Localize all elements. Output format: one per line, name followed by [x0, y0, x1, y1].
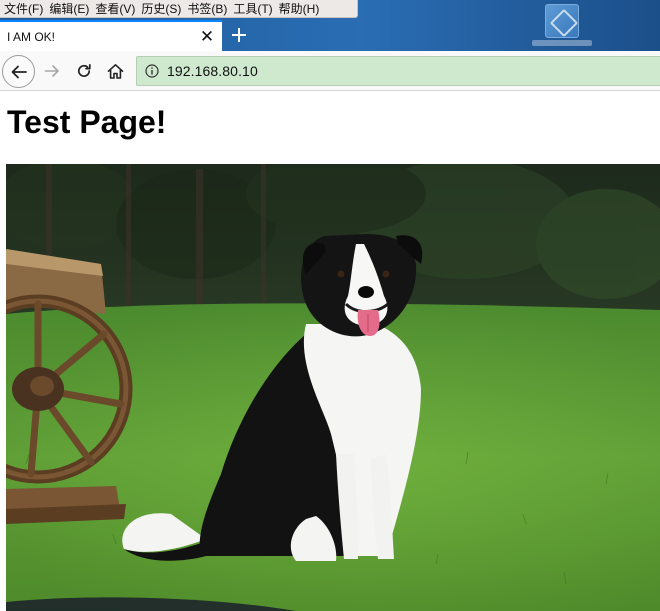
address-bar[interactable]: 192.168.80.10	[136, 56, 660, 86]
reload-icon	[78, 63, 91, 77]
navigation-toolbar: 192.168.80.10	[0, 51, 660, 91]
plus-icon	[232, 28, 246, 42]
home-icon	[107, 63, 123, 79]
forward-arrow-icon	[44, 65, 59, 77]
info-icon[interactable]	[137, 57, 167, 85]
desktop-shortcut-label	[532, 40, 592, 46]
home-button[interactable]	[102, 58, 128, 84]
new-tab-button[interactable]	[226, 22, 252, 48]
menu-file[interactable]: 文件(F)	[3, 0, 48, 17]
menu-edit[interactable]: 编辑(E)	[48, 0, 94, 17]
desktop-shortcut-icon[interactable]	[545, 4, 579, 38]
tab-active[interactable]: I AM OK! ✕	[0, 20, 222, 51]
back-arrow-icon	[11, 65, 27, 78]
forward-button[interactable]	[39, 58, 65, 84]
menu-tools[interactable]: 工具(T)	[232, 0, 277, 17]
menu-view[interactable]: 查看(V)	[94, 0, 140, 17]
back-button[interactable]	[2, 55, 35, 88]
menu-bookmarks[interactable]: 书签(B)	[186, 0, 232, 17]
window-top-strip: 文件(F) 编辑(E) 查看(V) 历史(S) 书签(B) 工具(T) 帮助(H…	[0, 0, 660, 52]
page-title: Test Page!	[7, 104, 167, 140]
menu-bar: 文件(F) 编辑(E) 查看(V) 历史(S) 书签(B) 工具(T) 帮助(H…	[0, 0, 358, 18]
dog-photo	[6, 164, 660, 611]
reload-button[interactable]	[71, 58, 97, 84]
menu-history[interactable]: 历史(S)	[140, 0, 186, 17]
close-icon[interactable]: ✕	[196, 26, 218, 48]
menu-help[interactable]: 帮助(H)	[278, 0, 325, 17]
tab-title: I AM OK!	[7, 29, 56, 44]
page-content: Test Page!	[0, 92, 660, 611]
url-text[interactable]: 192.168.80.10	[167, 63, 258, 79]
